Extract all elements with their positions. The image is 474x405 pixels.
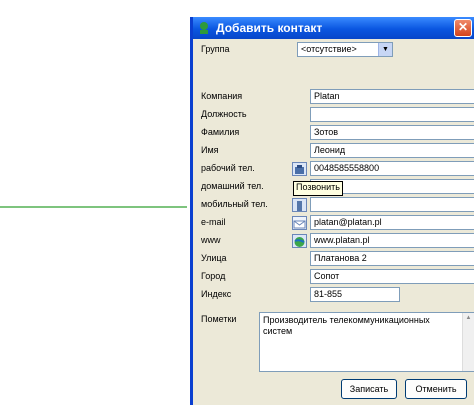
pointer-line	[0, 206, 187, 208]
notes-text: Производитель телекоммуникационных систе…	[263, 315, 430, 336]
group-select[interactable]: <отсутствие> ▼	[297, 42, 393, 57]
label-street: Улица	[201, 253, 227, 263]
position-field[interactable]	[310, 107, 474, 122]
label-work-phone: рабочий тел.	[201, 163, 255, 173]
title-bar[interactable]: Добавить контакт ✕	[193, 17, 474, 39]
email-icon[interactable]	[292, 216, 307, 230]
street-field[interactable]: Платанова 2	[310, 251, 474, 266]
label-notes: Пометки	[201, 314, 237, 324]
notes-textarea[interactable]: Производитель телекоммуникационных систе…	[259, 312, 474, 372]
work-phone-field[interactable]: 0048585558800	[310, 161, 474, 176]
mobile-phone-field[interactable]	[310, 197, 474, 212]
cancel-button[interactable]: Отменить	[405, 379, 467, 399]
call-tooltip: Позвонить	[293, 181, 343, 196]
group-select-value: <отсутствие>	[301, 44, 357, 54]
add-contact-dialog: Добавить контакт ✕ Группа <отсутствие> ▼…	[190, 17, 474, 405]
close-button[interactable]: ✕	[454, 19, 472, 37]
name-field[interactable]: Леонид	[310, 143, 474, 158]
label-company: Компания	[201, 91, 243, 101]
contact-app-icon	[200, 22, 208, 34]
dialog-title: Добавить контакт	[216, 21, 323, 35]
postcode-field[interactable]: 81-855	[310, 287, 400, 302]
label-position: Должность	[201, 109, 247, 119]
label-mobile-phone: мобильный тел.	[201, 199, 268, 209]
label-city: Город	[201, 271, 226, 281]
company-field[interactable]: Platan	[310, 89, 474, 104]
label-surname: Фамилия	[201, 127, 240, 137]
email-field[interactable]: platan@platan.pl	[310, 215, 474, 230]
mobile-icon[interactable]	[292, 198, 307, 212]
chevron-down-icon[interactable]: ▼	[378, 43, 392, 56]
phone-icon[interactable]	[292, 162, 307, 176]
notes-scrollbar[interactable]: ▲	[462, 313, 474, 371]
www-field[interactable]: www.platan.pl	[310, 233, 474, 248]
group-label: Группа	[201, 44, 230, 54]
label-home-phone: домашний тел.	[201, 181, 264, 191]
close-icon: ✕	[457, 20, 469, 34]
surname-field[interactable]: Зотов	[310, 125, 474, 140]
save-button[interactable]: Записать	[341, 379, 397, 399]
label-name: Имя	[201, 145, 219, 155]
label-www: www	[201, 235, 221, 245]
city-field[interactable]: Сопот	[310, 269, 474, 284]
globe-icon[interactable]	[292, 234, 307, 248]
label-email: e-mail	[201, 217, 226, 227]
scroll-up-icon[interactable]: ▲	[463, 313, 474, 324]
label-postcode: Индекс	[201, 289, 232, 299]
